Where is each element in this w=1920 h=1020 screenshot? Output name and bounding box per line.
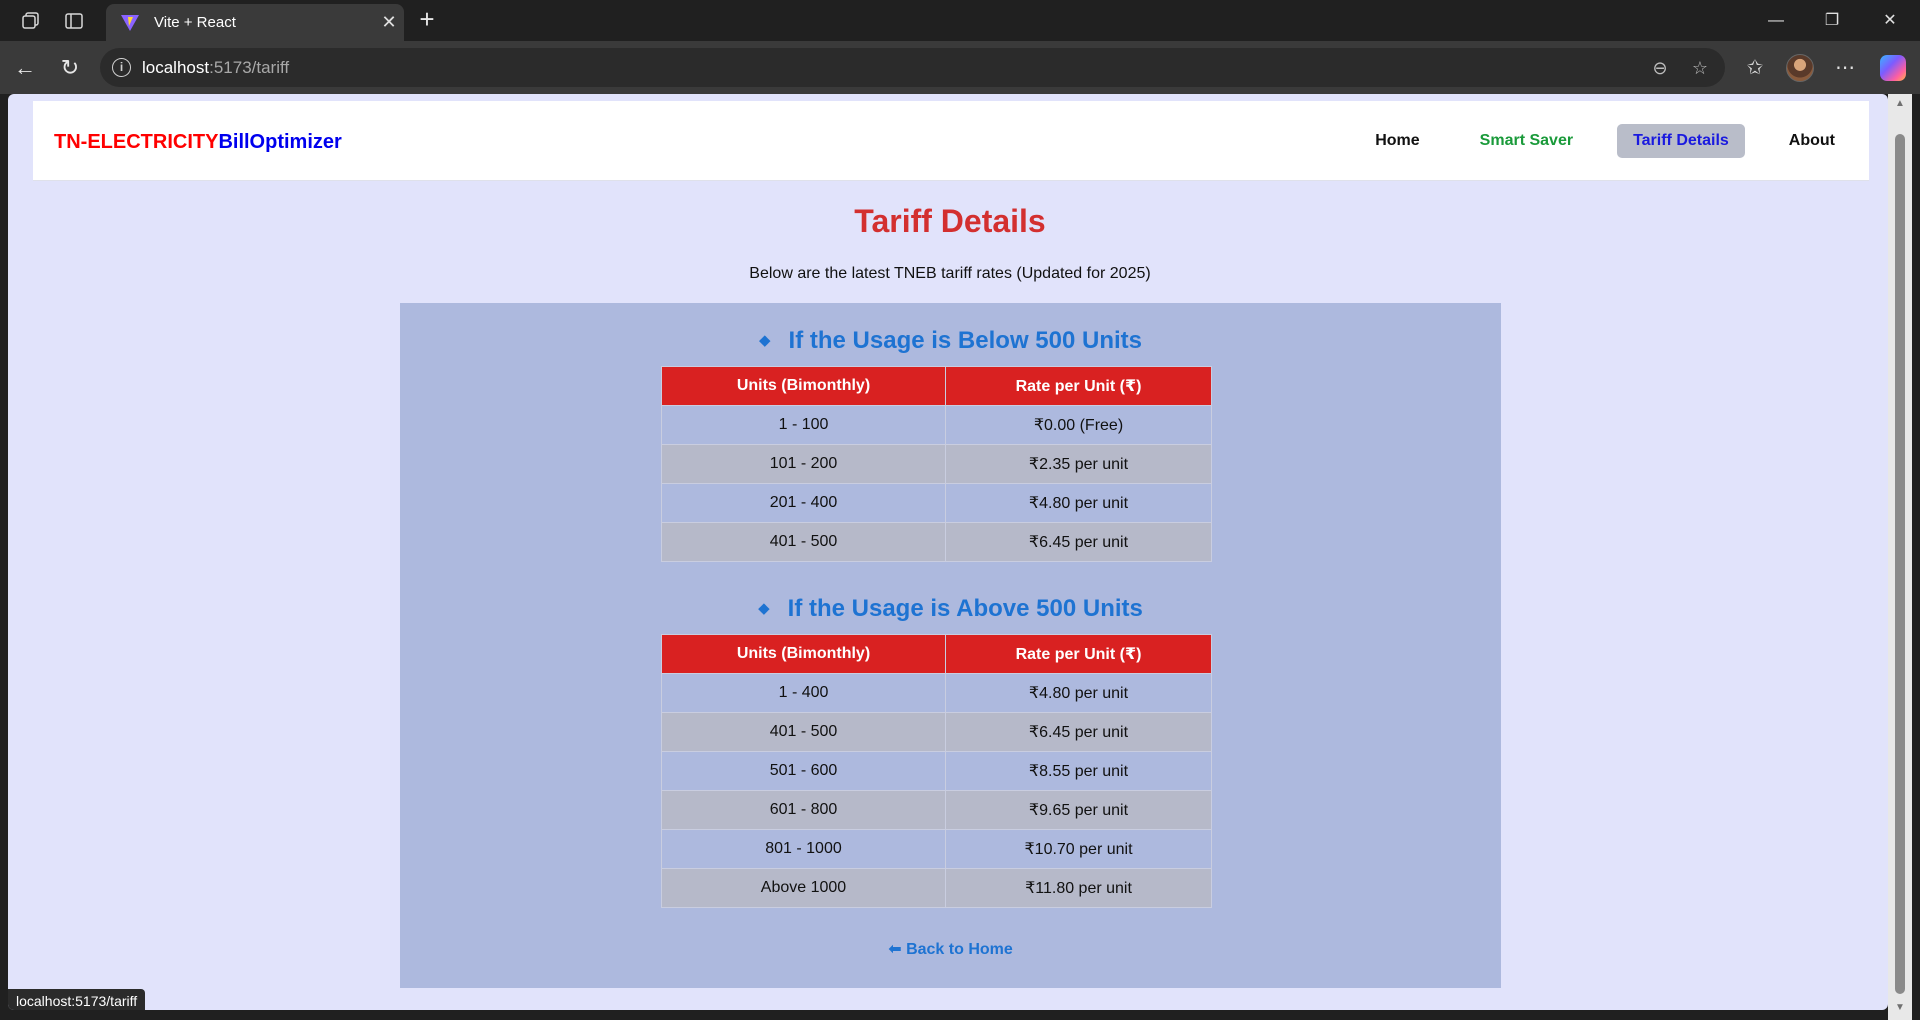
vertical-tabs-icon[interactable] bbox=[61, 8, 87, 34]
units-cell: 201 - 400 bbox=[661, 483, 946, 523]
units-cell: 501 - 600 bbox=[661, 751, 946, 791]
table-row: 101 - 200 ₹2.35 per unit bbox=[661, 444, 1212, 484]
new-tab-icon[interactable]: + bbox=[414, 6, 440, 34]
minimize-icon[interactable]: — bbox=[1748, 4, 1804, 38]
reload-icon[interactable]: ↻ bbox=[55, 53, 85, 83]
units-cell: 101 - 200 bbox=[661, 444, 946, 484]
rate-cell: ₹2.35 per unit bbox=[945, 444, 1212, 484]
favorites-icon[interactable]: ✩ bbox=[1740, 53, 1770, 83]
table-row: 401 - 500 ₹6.45 per unit bbox=[661, 712, 1212, 752]
tariff-table-below-500: Units (Bimonthly) Rate per Unit (₹) 1 - … bbox=[661, 366, 1212, 562]
nav-smart-saver[interactable]: Smart Saver bbox=[1464, 124, 1589, 158]
units-cell: 1 - 100 bbox=[661, 405, 946, 445]
table-row: 801 - 1000 ₹10.70 per unit bbox=[661, 829, 1212, 869]
address-url: localhost:5173/tariff bbox=[142, 58, 290, 77]
app-navbar: TN-ELECTRICITYBillOptimizer Home Smart S… bbox=[33, 101, 1869, 181]
more-menu-icon[interactable]: ⋯ bbox=[1830, 53, 1860, 83]
column-header: Rate per Unit (₹) bbox=[945, 634, 1212, 674]
restore-icon[interactable]: ❐ bbox=[1804, 4, 1860, 38]
nav-links: Home Smart Saver Tariff Details About bbox=[1359, 124, 1851, 158]
section-heading-above-500: ◆ If the Usage is Above 500 Units bbox=[758, 595, 1143, 622]
workspaces-icon[interactable] bbox=[18, 8, 44, 34]
page-scrollbar[interactable]: ▲ ▼ bbox=[1888, 94, 1912, 1020]
diamond-icon: ◆ bbox=[759, 332, 771, 349]
tab-title: Vite + React bbox=[154, 14, 236, 31]
table-row: 1 - 100 ₹0.00 (Free) bbox=[661, 405, 1212, 445]
rate-cell: ₹8.55 per unit bbox=[945, 751, 1212, 791]
page-subtitle: Below are the latest TNEB tariff rates (… bbox=[749, 265, 1151, 282]
rate-cell: ₹6.45 per unit bbox=[945, 522, 1212, 562]
back-to-home-link[interactable]: ⬅ Back to Home bbox=[400, 939, 1501, 959]
browser-tab[interactable]: Vite + React ✕ bbox=[106, 4, 404, 41]
tariff-table-above-500: Units (Bimonthly) Rate per Unit (₹) 1 - … bbox=[661, 634, 1212, 908]
vite-logo-icon bbox=[121, 14, 139, 31]
rate-cell: ₹6.45 per unit bbox=[945, 712, 1212, 752]
column-header: Units (Bimonthly) bbox=[661, 634, 946, 674]
table-row: 201 - 400 ₹4.80 per unit bbox=[661, 483, 1212, 523]
units-cell: 801 - 1000 bbox=[661, 829, 946, 869]
section-heading-below-500: ◆ If the Usage is Below 500 Units bbox=[759, 327, 1142, 354]
close-tab-icon[interactable]: ✕ bbox=[374, 12, 404, 33]
table-row: 401 - 500 ₹6.45 per unit bbox=[661, 522, 1212, 562]
back-icon[interactable]: ← bbox=[10, 53, 40, 83]
scroll-up-icon[interactable]: ▲ bbox=[1894, 98, 1906, 110]
units-cell: 401 - 500 bbox=[661, 522, 946, 562]
page: TN-ELECTRICITYBillOptimizer Home Smart S… bbox=[8, 94, 1888, 1010]
column-header: Units (Bimonthly) bbox=[661, 366, 946, 406]
rate-cell: ₹4.80 per unit bbox=[945, 673, 1212, 713]
tariff-card: ◆ If the Usage is Below 500 Units Units (… bbox=[400, 303, 1501, 988]
copilot-icon[interactable] bbox=[1880, 55, 1906, 81]
close-window-icon[interactable]: ✕ bbox=[1862, 4, 1918, 38]
units-cell: 1 - 400 bbox=[661, 673, 946, 713]
rate-cell: ₹11.80 per unit bbox=[945, 868, 1212, 908]
units-cell: Above 1000 bbox=[661, 868, 946, 908]
nav-home[interactable]: Home bbox=[1359, 124, 1435, 158]
brand-part1: TN-ELECTRICITY bbox=[54, 131, 219, 153]
favorite-star-icon[interactable]: ☆ bbox=[1687, 55, 1713, 81]
table-row: 601 - 800 ₹9.65 per unit bbox=[661, 790, 1212, 830]
units-cell: 601 - 800 bbox=[661, 790, 946, 830]
table-row: 501 - 600 ₹8.55 per unit bbox=[661, 751, 1212, 791]
zoom-out-icon[interactable]: ⊖ bbox=[1647, 55, 1673, 81]
scrollbar-thumb[interactable] bbox=[1895, 134, 1905, 994]
rate-cell: ₹10.70 per unit bbox=[945, 829, 1212, 869]
scroll-down-icon[interactable]: ▼ bbox=[1894, 1002, 1906, 1014]
column-header: Rate per Unit (₹) bbox=[945, 366, 1212, 406]
browser-toolbar: ← ↻ i localhost:5173/tariff ⊖ ☆ ✩ ⋯ bbox=[0, 41, 1920, 94]
nav-tariff-details[interactable]: Tariff Details bbox=[1617, 124, 1745, 158]
nav-about[interactable]: About bbox=[1773, 124, 1851, 158]
table-row: 1 - 400 ₹4.80 per unit bbox=[661, 673, 1212, 713]
status-bar-url: localhost:5173/tariff bbox=[8, 989, 146, 1010]
site-info-icon[interactable]: i bbox=[112, 58, 131, 77]
page-title: Tariff Details bbox=[854, 203, 1046, 239]
table-row: Above 1000 ₹11.80 per unit bbox=[661, 868, 1212, 908]
browser-titlebar: Vite + React ✕ + — ❐ ✕ bbox=[0, 0, 1920, 41]
browser-viewport: TN-ELECTRICITYBillOptimizer Home Smart S… bbox=[0, 94, 1920, 1020]
rate-cell: ₹9.65 per unit bbox=[945, 790, 1212, 830]
profile-avatar[interactable] bbox=[1786, 54, 1814, 82]
brand-part2: BillOptimizer bbox=[218, 131, 342, 153]
diamond-icon: ◆ bbox=[758, 600, 770, 617]
brand-logo[interactable]: TN-ELECTRICITYBillOptimizer bbox=[54, 131, 342, 154]
rate-cell: ₹0.00 (Free) bbox=[945, 405, 1212, 445]
address-bar[interactable]: i localhost:5173/tariff ⊖ ☆ bbox=[100, 48, 1725, 87]
rate-cell: ₹4.80 per unit bbox=[945, 483, 1212, 523]
units-cell: 401 - 500 bbox=[661, 712, 946, 752]
